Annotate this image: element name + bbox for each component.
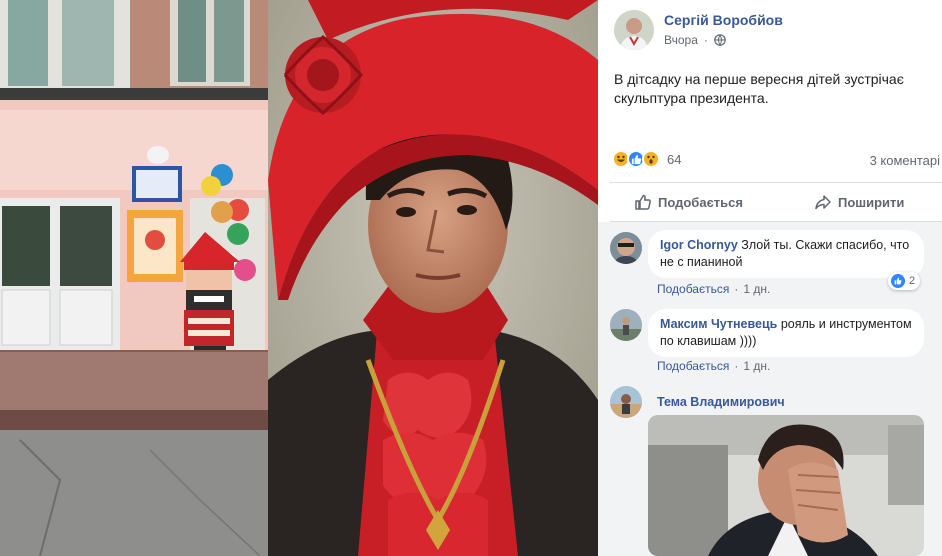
post-text: В дітсадку на перше вересня дітей зустрі…: [614, 71, 904, 106]
post-panel: Сергій Воробйов Вчора · В дітсадку на пе…: [598, 0, 942, 556]
author-name-link[interactable]: Сергій Воробйов: [664, 12, 783, 28]
separator: ·: [734, 359, 739, 373]
comment-actions: Подобається · 1 дн.: [657, 359, 770, 373]
red-hat-portrait-photo: [268, 0, 598, 556]
share-arrow-icon: [815, 195, 831, 210]
post-meta: Вчора ·: [664, 33, 726, 47]
reactions-summary[interactable]: 64: [612, 150, 681, 168]
author-avatar[interactable]: [614, 10, 654, 50]
commenter-avatar[interactable]: [610, 309, 642, 341]
comment-likes-badge[interactable]: 2: [888, 272, 921, 290]
post-time-link[interactable]: Вчора: [664, 33, 698, 47]
thumbs-up-icon: [635, 194, 651, 210]
commenter-avatar[interactable]: [610, 386, 642, 418]
globe-icon[interactable]: [714, 34, 726, 46]
divider: [610, 182, 942, 183]
wow-reaction-icon: [642, 150, 660, 168]
like-button[interactable]: Подобається: [634, 193, 743, 211]
comment-like-link[interactable]: Подобається: [657, 359, 729, 373]
comment-like-link[interactable]: Подобається: [657, 282, 729, 296]
comment-image[interactable]: [648, 415, 924, 556]
commenter-name-link[interactable]: Тема Владимирович: [657, 395, 785, 409]
kindergarten-photo: [0, 0, 268, 556]
comment-bubble: Igor Chornyy Злой ты. Скажи спасибо, что…: [648, 230, 924, 278]
comment-time[interactable]: 1 дн.: [743, 282, 770, 296]
commenter-avatar[interactable]: [610, 232, 642, 264]
share-button[interactable]: Поширити: [814, 193, 904, 211]
comment-likes-count: 2: [909, 275, 916, 287]
share-button-label: Поширити: [838, 194, 905, 210]
comment-count-link[interactable]: 3 коментарі: [870, 153, 940, 168]
comment-time[interactable]: 1 дн.: [743, 359, 770, 373]
post-photo[interactable]: [0, 0, 598, 556]
like-reaction-icon: [891, 274, 905, 288]
commenter-name-link[interactable]: Максим Чутневець: [660, 317, 777, 331]
like-button-label: Подобається: [658, 194, 743, 210]
separator: ·: [734, 282, 739, 296]
meta-separator: ·: [703, 33, 708, 47]
comment-actions: Подобається · 1 дн.: [657, 282, 770, 296]
commenter-name-link[interactable]: Igor Chornyy: [660, 238, 738, 252]
comment-bubble: Максим Чутневець рояль и инструментом по…: [648, 309, 924, 357]
reaction-count: 64: [667, 151, 682, 167]
